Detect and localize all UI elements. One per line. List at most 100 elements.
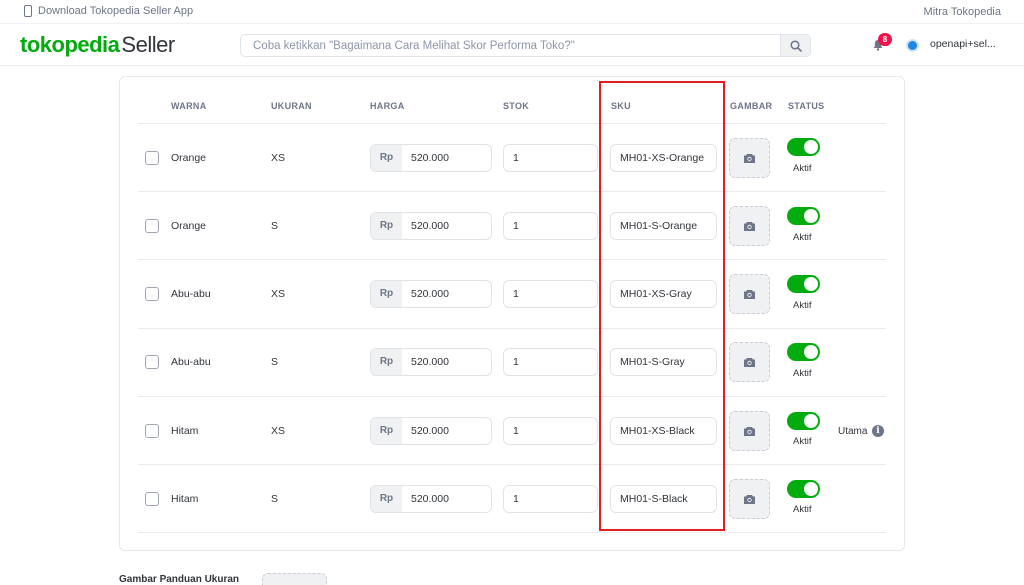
price-input[interactable]: Rp 520.000: [370, 348, 492, 376]
price-value: 520.000: [411, 493, 449, 505]
sku-value: MH01-XS-Gray: [620, 288, 692, 300]
camera-icon: [744, 153, 755, 163]
header-divider: [138, 123, 886, 124]
sku-input[interactable]: MH01-S-Orange: [610, 212, 717, 240]
notification-badge: 8: [878, 33, 892, 46]
cell-ukuran: XS: [271, 288, 286, 300]
sku-input[interactable]: MH01-XS-Gray: [610, 280, 717, 308]
status-toggle[interactable]: [787, 480, 820, 498]
sku-value: MH01-S-Black: [620, 493, 688, 505]
row-checkbox[interactable]: [145, 355, 159, 369]
price-value: 520.000: [411, 288, 449, 300]
cell-warna: Hitam: [171, 493, 199, 505]
price-value: 520.000: [411, 152, 449, 164]
stock-value: 1: [513, 493, 519, 505]
stock-input[interactable]: 1: [503, 417, 598, 445]
phone-icon: [24, 5, 32, 17]
image-upload-button[interactable]: [729, 411, 770, 451]
status-label: Aktif: [793, 163, 812, 174]
column-header-gambar: GAMBAR: [730, 101, 773, 111]
status-label: Aktif: [793, 232, 812, 243]
image-upload-button[interactable]: [729, 479, 770, 519]
search-bar: [240, 34, 811, 57]
row-divider: [138, 396, 886, 397]
row-checkbox[interactable]: [145, 151, 159, 165]
cell-ukuran: S: [271, 493, 279, 505]
column-header-harga: HARGA: [370, 101, 405, 111]
status-toggle[interactable]: [787, 343, 820, 361]
sku-value: MH01-S-Gray: [620, 356, 685, 368]
download-app-link[interactable]: Download Tokopedia Seller App: [24, 5, 193, 17]
currency-prefix: Rp: [371, 486, 402, 512]
logo[interactable]: tokopediaSeller: [20, 32, 175, 58]
stock-input[interactable]: 1: [503, 280, 598, 308]
camera-icon: [744, 494, 755, 504]
primary-variant-label: Utama: [838, 426, 868, 437]
status-toggle[interactable]: [787, 412, 820, 430]
status-toggle[interactable]: [787, 207, 820, 225]
image-upload-button[interactable]: [729, 342, 770, 382]
stock-input[interactable]: 1: [503, 144, 598, 172]
sku-input[interactable]: MH01-XS-Orange: [610, 144, 717, 172]
mitra-tokopedia-link[interactable]: Mitra Tokopedia: [924, 6, 1001, 18]
status-label: Aktif: [793, 436, 812, 447]
stock-input[interactable]: 1: [503, 212, 598, 240]
username[interactable]: openapi+sel...: [930, 38, 996, 50]
toggle-knob: [804, 277, 818, 291]
row-divider: [138, 259, 886, 260]
price-input[interactable]: Rp 520.000: [370, 417, 492, 445]
cell-warna: Abu-abu: [171, 356, 211, 368]
row-divider: [138, 191, 886, 192]
status-toggle[interactable]: [787, 138, 820, 156]
currency-prefix: Rp: [371, 213, 402, 239]
price-input[interactable]: Rp 520.000: [370, 212, 492, 240]
row-checkbox[interactable]: [145, 219, 159, 233]
stock-input[interactable]: 1: [503, 485, 598, 513]
camera-icon: [744, 357, 755, 367]
price-input[interactable]: Rp 520.000: [370, 144, 492, 172]
column-header-warna: WARNA: [171, 101, 207, 111]
stock-value: 1: [513, 288, 519, 300]
image-upload-button[interactable]: [729, 274, 770, 314]
size-guide-title: Gambar Panduan Ukuran: [119, 574, 240, 585]
sku-input[interactable]: MH01-S-Gray: [610, 348, 717, 376]
cell-warna: Orange: [171, 220, 207, 232]
column-header-status: STATUS: [788, 101, 825, 111]
row-checkbox[interactable]: [145, 492, 159, 506]
avatar[interactable]: [906, 39, 919, 52]
row-checkbox[interactable]: [145, 424, 159, 438]
stock-value: 1: [513, 425, 519, 437]
currency-prefix: Rp: [371, 349, 402, 375]
column-header-sku: SKU: [611, 101, 631, 111]
image-upload-button[interactable]: [729, 138, 770, 178]
currency-prefix: Rp: [371, 281, 402, 307]
camera-icon: [744, 221, 755, 231]
column-header-stok: STOK: [503, 101, 530, 111]
column-header-ukuran: UKURAN: [271, 101, 312, 111]
toggle-knob: [804, 482, 818, 496]
sku-input[interactable]: MH01-S-Black: [610, 485, 717, 513]
price-input[interactable]: Rp 520.000: [370, 485, 492, 513]
image-upload-button[interactable]: [729, 206, 770, 246]
cell-ukuran: S: [271, 356, 279, 368]
cell-ukuran: S: [271, 220, 279, 232]
size-guide-upload[interactable]: [262, 573, 327, 585]
currency-prefix: Rp: [371, 145, 402, 171]
price-input[interactable]: Rp 520.000: [370, 280, 492, 308]
search-button[interactable]: [780, 35, 810, 56]
camera-icon: [744, 426, 755, 436]
stock-value: 1: [513, 152, 519, 164]
logo-brand: tokopedia: [20, 32, 120, 57]
sku-value: MH01-S-Orange: [620, 220, 698, 232]
camera-icon: [744, 289, 755, 299]
sku-input[interactable]: MH01-XS-Black: [610, 417, 717, 445]
stock-input[interactable]: 1: [503, 348, 598, 376]
top-strip: Download Tokopedia Seller App Mitra Toko…: [0, 0, 1024, 24]
status-toggle[interactable]: [787, 275, 820, 293]
row-checkbox[interactable]: [145, 287, 159, 301]
search-input[interactable]: [241, 35, 781, 56]
info-icon[interactable]: i: [872, 425, 884, 437]
price-value: 520.000: [411, 356, 449, 368]
status-label: Aktif: [793, 504, 812, 515]
cell-warna: Orange: [171, 152, 207, 164]
